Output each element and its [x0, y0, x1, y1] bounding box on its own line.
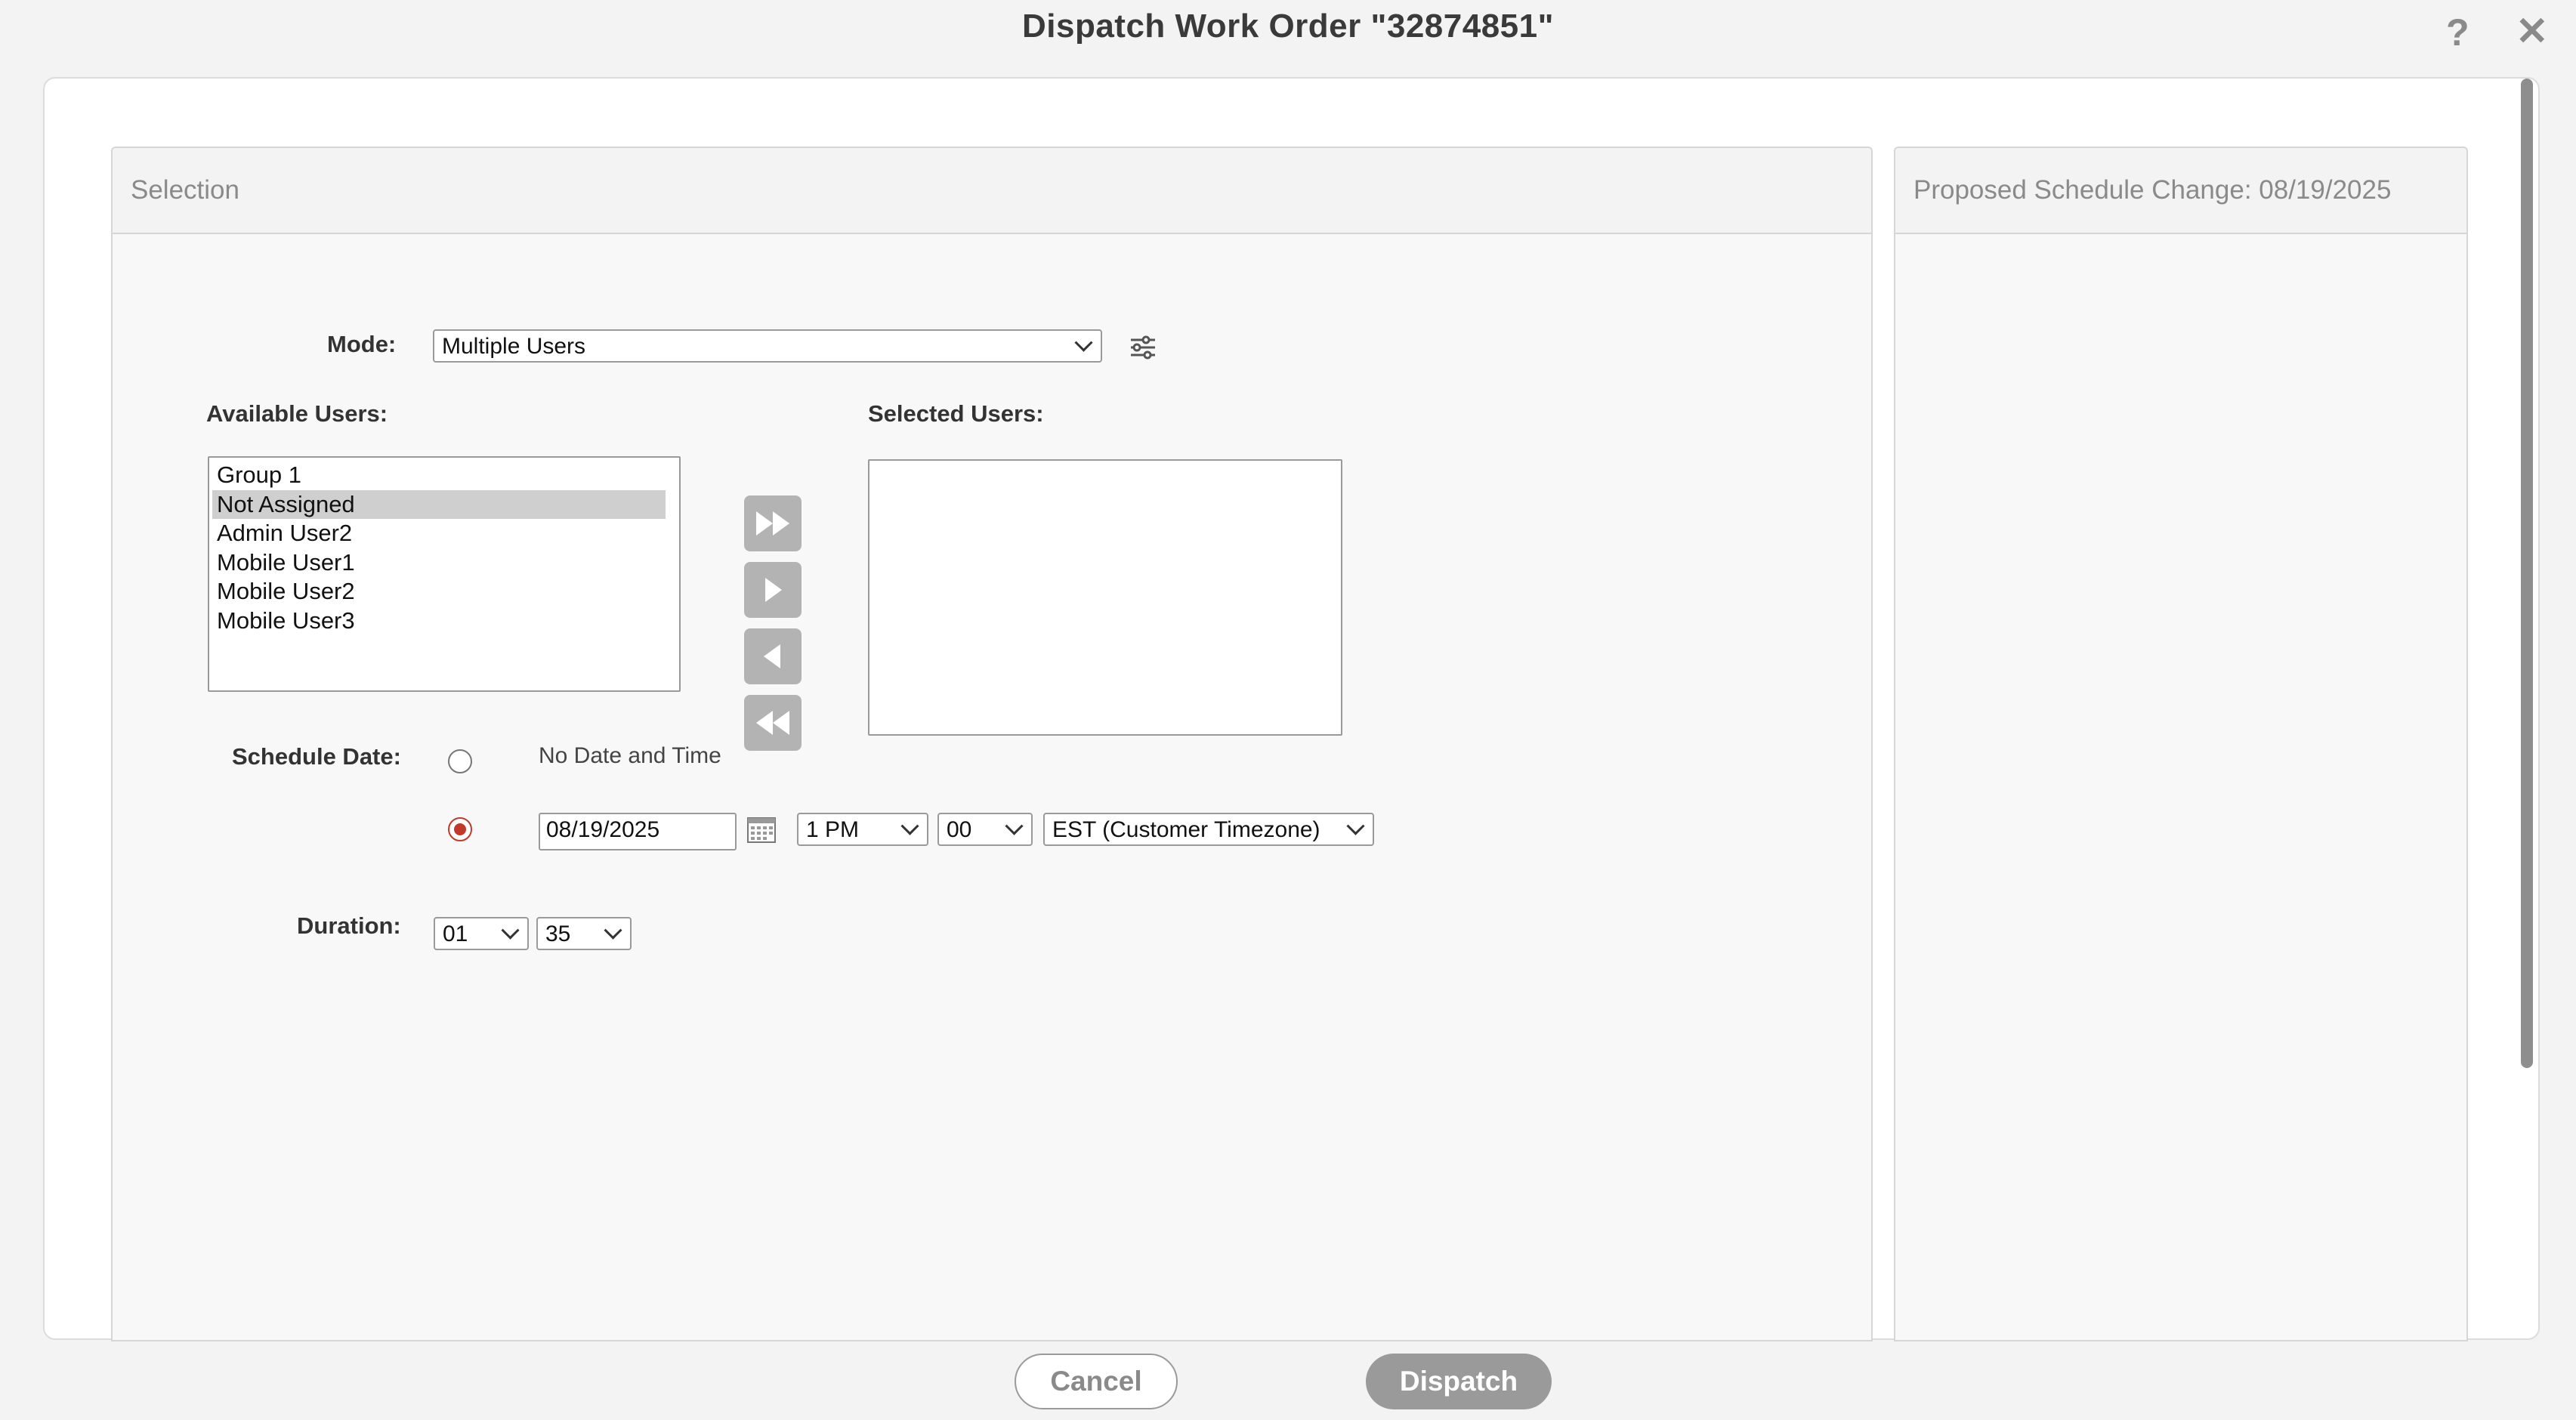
list-item[interactable]: Mobile User2 — [212, 577, 666, 607]
selection-panel-title: Selection — [131, 175, 239, 205]
arrow-right-icon — [765, 578, 782, 602]
chevron-down-icon — [1346, 816, 1365, 835]
timezone-select[interactable]: EST (Customer Timezone) — [1043, 813, 1374, 846]
dialog-body: Selection Mode: Multiple Users Available… — [43, 77, 2540, 1341]
help-icon[interactable]: ? — [2446, 11, 2469, 54]
arrow-left-icon — [764, 644, 780, 668]
chevron-down-icon — [1074, 333, 1093, 352]
duration-hours-value: 01 — [443, 921, 468, 946]
move-right-button[interactable] — [744, 562, 802, 618]
chevron-down-icon — [900, 816, 919, 835]
proposed-schedule-panel: Proposed Schedule Change: 08/19/2025 — [1894, 147, 2468, 1341]
dialog-title: Dispatch Work Order "32874851" — [1021, 8, 1554, 45]
duration-minutes-select[interactable]: 35 — [536, 917, 632, 950]
sliders-icon[interactable] — [1129, 334, 1157, 361]
selected-users-label: Selected Users: — [868, 400, 1044, 427]
selection-panel: Selection Mode: Multiple Users Available… — [111, 147, 1873, 1341]
double-arrow-left-icon — [756, 711, 789, 735]
no-date-label: No Date and Time — [539, 743, 721, 768]
duration-hours-select[interactable]: 01 — [434, 917, 529, 950]
move-all-left-button[interactable] — [744, 695, 802, 751]
list-item[interactable]: Not Assigned — [212, 489, 666, 519]
selected-users-list[interactable] — [868, 459, 1342, 736]
available-users-label: Available Users: — [206, 400, 388, 427]
schedule-date-value: 08/19/2025 — [546, 817, 660, 842]
mode-select[interactable]: Multiple Users — [433, 329, 1102, 363]
duration-minutes-value: 35 — [545, 921, 571, 946]
selection-panel-header: Selection — [113, 148, 1871, 234]
timezone-select-value: EST (Customer Timezone) — [1052, 817, 1320, 842]
close-icon[interactable]: ✕ — [2516, 12, 2549, 51]
date-time-radio[interactable] — [448, 817, 472, 841]
mode-label: Mode: — [327, 331, 397, 357]
mode-select-value: Multiple Users — [442, 334, 586, 359]
hour-select-value: 1 PM — [806, 817, 860, 842]
list-item[interactable]: Mobile User3 — [212, 607, 666, 636]
chevron-down-icon — [501, 921, 520, 940]
scrollbar-thumb[interactable] — [2521, 79, 2533, 1068]
double-arrow-right-icon — [756, 511, 789, 536]
proposed-schedule-panel-header: Proposed Schedule Change: 08/19/2025 — [1895, 148, 2466, 234]
duration-label: Duration: — [297, 912, 401, 939]
minute-select-value: 00 — [947, 817, 972, 842]
available-users-list[interactable]: Group 1 Not Assigned Admin User2 Mobile … — [208, 456, 681, 692]
schedule-date-label: Schedule Date: — [232, 743, 401, 770]
list-item[interactable]: Mobile User1 — [212, 548, 666, 578]
chevron-down-icon — [1005, 816, 1024, 835]
hour-select[interactable]: 1 PM — [797, 813, 928, 846]
proposed-schedule-panel-title: Proposed Schedule Change: 08/19/2025 — [1913, 175, 2392, 205]
move-left-button[interactable] — [744, 628, 802, 684]
move-all-right-button[interactable] — [744, 495, 802, 551]
schedule-date-input[interactable]: 08/19/2025 — [539, 813, 737, 850]
minute-select[interactable]: 00 — [937, 813, 1033, 846]
cancel-button[interactable]: Cancel — [1015, 1354, 1178, 1409]
list-item[interactable]: Group 1 — [212, 461, 666, 490]
calendar-icon[interactable] — [747, 816, 776, 847]
no-date-radio[interactable] — [448, 749, 472, 773]
chevron-down-icon — [604, 921, 622, 940]
dispatch-button[interactable]: Dispatch — [1366, 1354, 1552, 1409]
list-item[interactable]: Admin User2 — [212, 519, 666, 548]
